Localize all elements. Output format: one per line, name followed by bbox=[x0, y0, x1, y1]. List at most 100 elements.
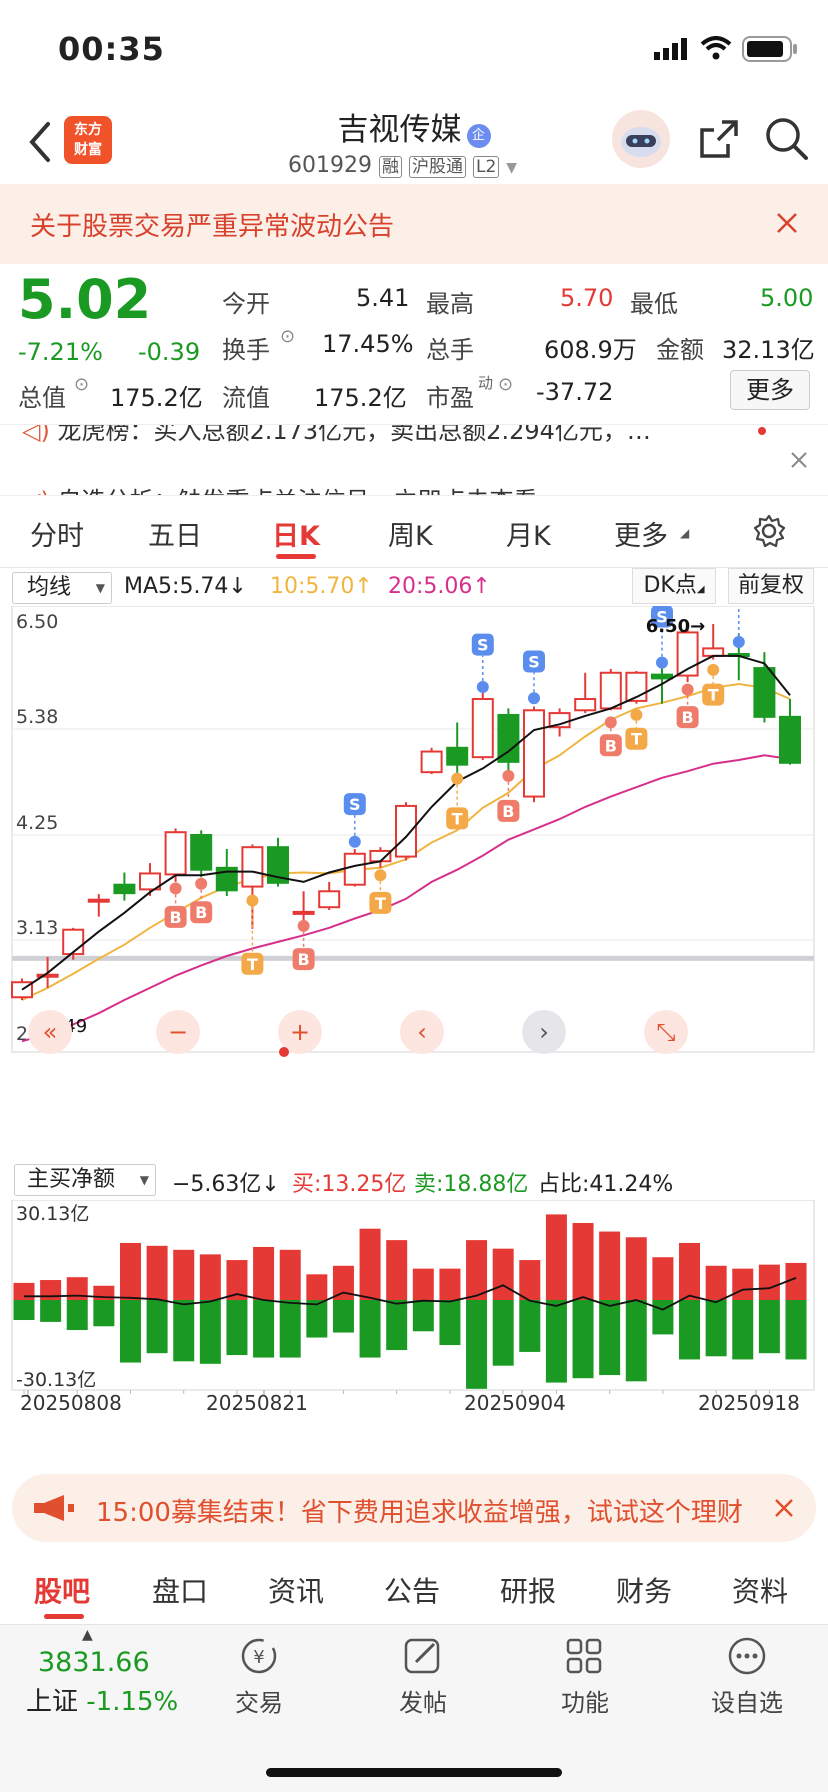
wifi-icon bbox=[700, 36, 732, 60]
caret-down-icon: ▼ bbox=[95, 581, 105, 595]
flow-indicator-select[interactable]: 主买净额 ▼ bbox=[14, 1164, 156, 1196]
buy-bar bbox=[13, 1282, 35, 1300]
flow-buy: 买:13.25亿 bbox=[292, 1172, 407, 1197]
kline-chart[interactable]: 6.505.384.253.132.00BBTBSTTSBSBTSBTS6.50… bbox=[0, 606, 828, 1076]
signal-label: S bbox=[477, 636, 489, 655]
promo-banner[interactable]: 15:00募集结束！省下费用追求收益增强，试试这个理财 bbox=[12, 1474, 816, 1542]
settings-gear-icon[interactable] bbox=[752, 514, 786, 548]
buy-bar bbox=[492, 1248, 514, 1300]
signal-label: B bbox=[681, 708, 693, 727]
sell-bar bbox=[705, 1300, 727, 1357]
signal-label: T bbox=[708, 686, 719, 705]
high-label: 最高 bbox=[426, 290, 474, 318]
volume-value: 608.9万 bbox=[544, 336, 637, 364]
stock-header: 东方 财富 吉视传媒 企 601929 融 沪股通 L2 ▼ bbox=[0, 100, 828, 184]
close-icon[interactable] bbox=[776, 212, 798, 234]
tab-weekly-k[interactable]: 周K bbox=[388, 514, 433, 553]
trade-button[interactable]: ¥ 交易 bbox=[204, 1635, 314, 1718]
collapse-caret-icon[interactable]: ▲ bbox=[82, 1627, 93, 1643]
candle bbox=[395, 802, 417, 861]
tab-forum[interactable]: 股吧 bbox=[34, 1570, 90, 1610]
tab-more[interactable]: 更多 bbox=[614, 514, 668, 553]
cellular-signal-icon bbox=[654, 38, 687, 60]
tab-research[interactable]: 研报 bbox=[500, 1570, 556, 1610]
info-icon[interactable]: ⊙ bbox=[74, 374, 89, 395]
last-price: 5.02 bbox=[18, 268, 152, 331]
low-value: 5.00 bbox=[760, 284, 814, 312]
signal-label: B bbox=[169, 908, 181, 927]
active-tab-indicator bbox=[44, 1614, 84, 1619]
news-line-1[interactable]: ◁) 龙虎榜：买入总额2.173亿元，卖出总额2.294亿元，… bbox=[22, 425, 651, 446]
signal-label: B bbox=[195, 903, 207, 922]
candle bbox=[420, 747, 443, 775]
signal-dot bbox=[195, 877, 208, 890]
tab-timeshare[interactable]: 分时 bbox=[30, 514, 84, 553]
capital-flow-chart[interactable]: 30.13亿 -30.13亿20250808 20250821 20250904 202… bbox=[0, 1200, 828, 1410]
candle-body bbox=[113, 883, 136, 895]
robot-assistant-icon[interactable] bbox=[610, 108, 672, 170]
ma20-legend: 20:5.06↑ bbox=[388, 574, 491, 599]
candle-body bbox=[395, 804, 417, 858]
candle bbox=[574, 672, 597, 714]
tab-announcements[interactable]: 公告 bbox=[384, 1570, 440, 1610]
candle-body bbox=[574, 698, 597, 712]
candle-body bbox=[753, 667, 776, 718]
buy-bar bbox=[119, 1242, 141, 1300]
caret-down-icon: ▼ bbox=[139, 1173, 149, 1187]
fullscreen-button-glyph: ⤡ bbox=[656, 1018, 675, 1046]
enterprise-badge: 企 bbox=[466, 123, 491, 148]
functions-button[interactable]: 功能 bbox=[530, 1635, 640, 1718]
promo-text[interactable]: 15:00募集结束！省下费用追求收益增强，试试这个理财 bbox=[96, 1492, 764, 1529]
signal-label: T bbox=[375, 894, 386, 913]
dropdown-caret-icon[interactable]: ▼ bbox=[506, 160, 517, 176]
tab-monthly-k[interactable]: 月K bbox=[506, 514, 551, 553]
low-label: 最低 bbox=[630, 290, 678, 318]
news-ticker[interactable]: ◁) 龙虎榜：买入总额2.173亿元，卖出总额2.294亿元，… ◁) 自选分析… bbox=[0, 424, 828, 496]
buy-bar bbox=[625, 1237, 647, 1300]
indicator-select[interactable]: 均线 ▼ bbox=[12, 572, 112, 604]
open-value: 5.41 bbox=[356, 284, 410, 312]
tag-connect: 沪股通 bbox=[408, 156, 466, 178]
tab-news[interactable]: 资讯 bbox=[268, 1570, 324, 1610]
signal-label: T bbox=[452, 809, 463, 828]
signal-dot bbox=[476, 681, 489, 694]
adjust-button[interactable]: 前复权 bbox=[728, 568, 814, 604]
signal-label: S bbox=[349, 795, 361, 814]
info-icon[interactable]: ⊙ bbox=[498, 374, 513, 395]
sell-bar bbox=[492, 1300, 514, 1366]
tab-orderbook[interactable]: 盘口 bbox=[152, 1570, 208, 1610]
tab-finance[interactable]: 财务 bbox=[616, 1570, 672, 1610]
tab-five-day[interactable]: 五日 bbox=[148, 514, 202, 553]
add-watchlist-button[interactable]: 设自选 bbox=[692, 1635, 802, 1718]
info-icon[interactable]: ⊙ bbox=[280, 326, 295, 347]
announcement-banner[interactable]: 关于股票交易严重异常波动公告 bbox=[0, 184, 828, 264]
search-icon[interactable] bbox=[764, 116, 810, 162]
announcement-text[interactable]: 关于股票交易严重异常波动公告 bbox=[30, 206, 394, 243]
index-name: 上证 bbox=[26, 1687, 79, 1717]
pe-label: 市盈 bbox=[426, 384, 474, 412]
buy-bar bbox=[572, 1222, 594, 1300]
sell-bar bbox=[572, 1300, 594, 1379]
signal-label: B bbox=[502, 802, 514, 821]
buy-bar bbox=[705, 1265, 727, 1300]
close-icon[interactable] bbox=[790, 451, 808, 469]
index-row[interactable]: 上证 -1.15% bbox=[26, 1681, 178, 1718]
signal-label: B bbox=[605, 736, 617, 755]
battery-icon bbox=[742, 36, 797, 62]
index-value[interactable]: 3831.66 bbox=[38, 1647, 150, 1678]
tab-profile[interactable]: 资料 bbox=[732, 1570, 788, 1610]
y-tick-label: 6.50 bbox=[16, 611, 58, 633]
stock-code: 601929 bbox=[288, 153, 372, 178]
sell-bar bbox=[13, 1300, 35, 1321]
share-icon[interactable] bbox=[698, 118, 740, 160]
news-text-2: 自选分析：触发重点关注信号，立即点击查看 bbox=[57, 487, 537, 495]
post-button[interactable]: 发帖 bbox=[368, 1635, 478, 1718]
buy-bar bbox=[599, 1231, 621, 1300]
dk-point-button[interactable]: DK点◢ bbox=[632, 568, 716, 604]
close-icon[interactable] bbox=[774, 1498, 794, 1518]
indicator-select-label: 均线 bbox=[27, 575, 72, 600]
tab-daily-k[interactable]: 日K bbox=[272, 514, 320, 553]
more-button[interactable]: 更多 bbox=[730, 370, 810, 410]
news-line-2[interactable]: ◁) 自选分析：触发重点关注信号，立即点击查看 bbox=[22, 481, 537, 495]
signal-dot bbox=[630, 708, 643, 721]
